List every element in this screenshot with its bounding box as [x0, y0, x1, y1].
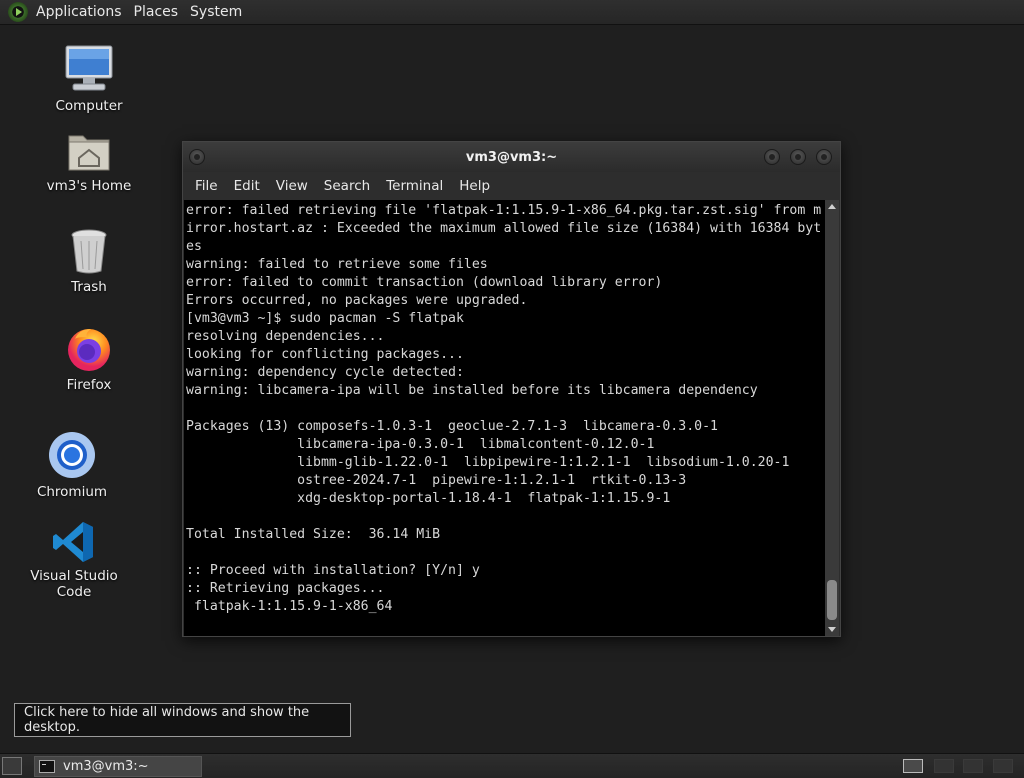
terminal-icon	[39, 760, 55, 773]
terminal-line: looking for conflicting packages...	[186, 347, 464, 362]
terminal-scrollbar[interactable]	[825, 200, 839, 636]
desktop-icon-label: Chromium	[36, 484, 108, 500]
menu-applications[interactable]: Applications	[30, 0, 128, 25]
vscode-icon	[53, 522, 93, 562]
workspace-4[interactable]	[993, 759, 1013, 773]
workspace-2[interactable]	[934, 759, 954, 773]
menu-help[interactable]: Help	[451, 178, 498, 194]
desktop-icon-vscode[interactable]: Visual Studio Code	[14, 520, 134, 600]
terminal-line: error: failed to commit transaction (dow…	[186, 275, 663, 290]
distro-logo-icon[interactable]	[8, 2, 28, 22]
terminal-line: warning: failed to retrieve some files	[186, 257, 488, 272]
menu-file[interactable]: File	[187, 178, 226, 194]
terminal-line: Packages (13) composefs-1.0.3-1 geoclue-…	[186, 419, 718, 434]
desktop-icon-label: Trash	[71, 279, 107, 295]
menu-search[interactable]: Search	[316, 178, 378, 194]
desktop-icon-label: vm3's Home	[46, 178, 132, 194]
terminal-line: libmm-glib-1.22.0-1 libpipewire-1:1.2.1-…	[186, 455, 790, 470]
terminal-line: xdg-desktop-portal-1.18.4-1 flatpak-1:1.…	[186, 491, 671, 506]
terminal-line: resolving dependencies...	[186, 329, 385, 344]
computer-icon	[65, 45, 113, 91]
terminal-menubar: File Edit View Search Terminal Help	[183, 172, 840, 200]
terminal-line: flatpak-1:1.15.9-1-x86_64	[186, 599, 393, 614]
terminal-line: libcamera-ipa-0.3.0-1 libmalcontent-0.12…	[186, 437, 655, 452]
bottom-panel: vm3@vm3:~	[0, 753, 1024, 778]
terminal-window[interactable]: vm3@vm3:~ File Edit View Search Terminal…	[182, 141, 841, 637]
close-button[interactable]	[816, 149, 832, 165]
desktop-icon-label: Computer	[55, 98, 123, 114]
tooltip-text: Click here to hide all windows and show …	[24, 705, 310, 735]
scroll-down-arrow-icon[interactable]	[828, 627, 836, 632]
menu-places[interactable]: Places	[128, 0, 185, 25]
scrollbar-thumb[interactable]	[827, 580, 837, 620]
top-panel: Applications Places System	[0, 0, 1024, 25]
workspace-1[interactable]	[903, 759, 923, 773]
show-desktop-button[interactable]	[2, 757, 22, 775]
terminal-output[interactable]: error: failed retrieving file 'flatpak-1…	[184, 200, 826, 636]
desktop-icon-chromium[interactable]: Chromium	[12, 430, 132, 500]
terminal-line: ostree-2024.7-1 pipewire-1:1.2.1-1 rtkit…	[186, 473, 687, 488]
desktop-icon-label: Visual Studio Code	[30, 568, 118, 600]
menu-view[interactable]: View	[268, 178, 316, 194]
window-titlebar[interactable]: vm3@vm3:~	[183, 142, 840, 172]
terminal-line: Errors occurred, no packages were upgrad…	[186, 293, 528, 308]
chromium-icon	[49, 432, 95, 478]
terminal-line: :: Retrieving packages...	[186, 581, 385, 596]
firefox-icon	[68, 329, 110, 371]
scroll-up-arrow-icon[interactable]	[828, 204, 836, 209]
minimize-button[interactable]	[764, 149, 780, 165]
terminal-line: irror.hostart.az : Exceeded the maximum …	[186, 221, 822, 236]
menu-terminal[interactable]: Terminal	[378, 178, 451, 194]
terminal-line: warning: libcamera-ipa will be installed…	[186, 383, 758, 398]
terminal-line: es	[186, 239, 202, 254]
desktop-icon-label: Firefox	[66, 377, 112, 393]
show-desktop-tooltip: Click here to hide all windows and show …	[14, 703, 351, 737]
taskbar-window-label: vm3@vm3:~	[63, 759, 149, 774]
taskbar-window-button[interactable]: vm3@vm3:~	[34, 756, 202, 777]
maximize-button[interactable]	[790, 149, 806, 165]
terminal-line: Total Installed Size: 36.14 MiB	[186, 527, 441, 542]
trash-icon	[71, 229, 107, 274]
workspace-3[interactable]	[963, 759, 983, 773]
desktop-icon-firefox[interactable]: Firefox	[29, 325, 149, 393]
terminal-line: error: failed retrieving file 'flatpak-1…	[186, 203, 822, 218]
window-title: vm3@vm3:~	[465, 149, 558, 165]
menu-system[interactable]: System	[184, 0, 248, 25]
menu-edit[interactable]: Edit	[226, 178, 268, 194]
terminal-line: :: Proceed with installation? [Y/n] y	[186, 563, 480, 578]
terminal-line: warning: dependency cycle detected:	[186, 365, 464, 380]
home-folder-icon	[68, 135, 110, 171]
window-menu-button[interactable]	[189, 149, 205, 165]
desktop-icon-trash[interactable]: Trash	[29, 227, 149, 295]
terminal-line: [vm3@vm3 ~]$ sudo pacman -S flatpak	[186, 311, 464, 326]
desktop-icon-home[interactable]: vm3's Home	[29, 128, 149, 194]
desktop-icon-computer[interactable]: Computer	[29, 44, 149, 114]
